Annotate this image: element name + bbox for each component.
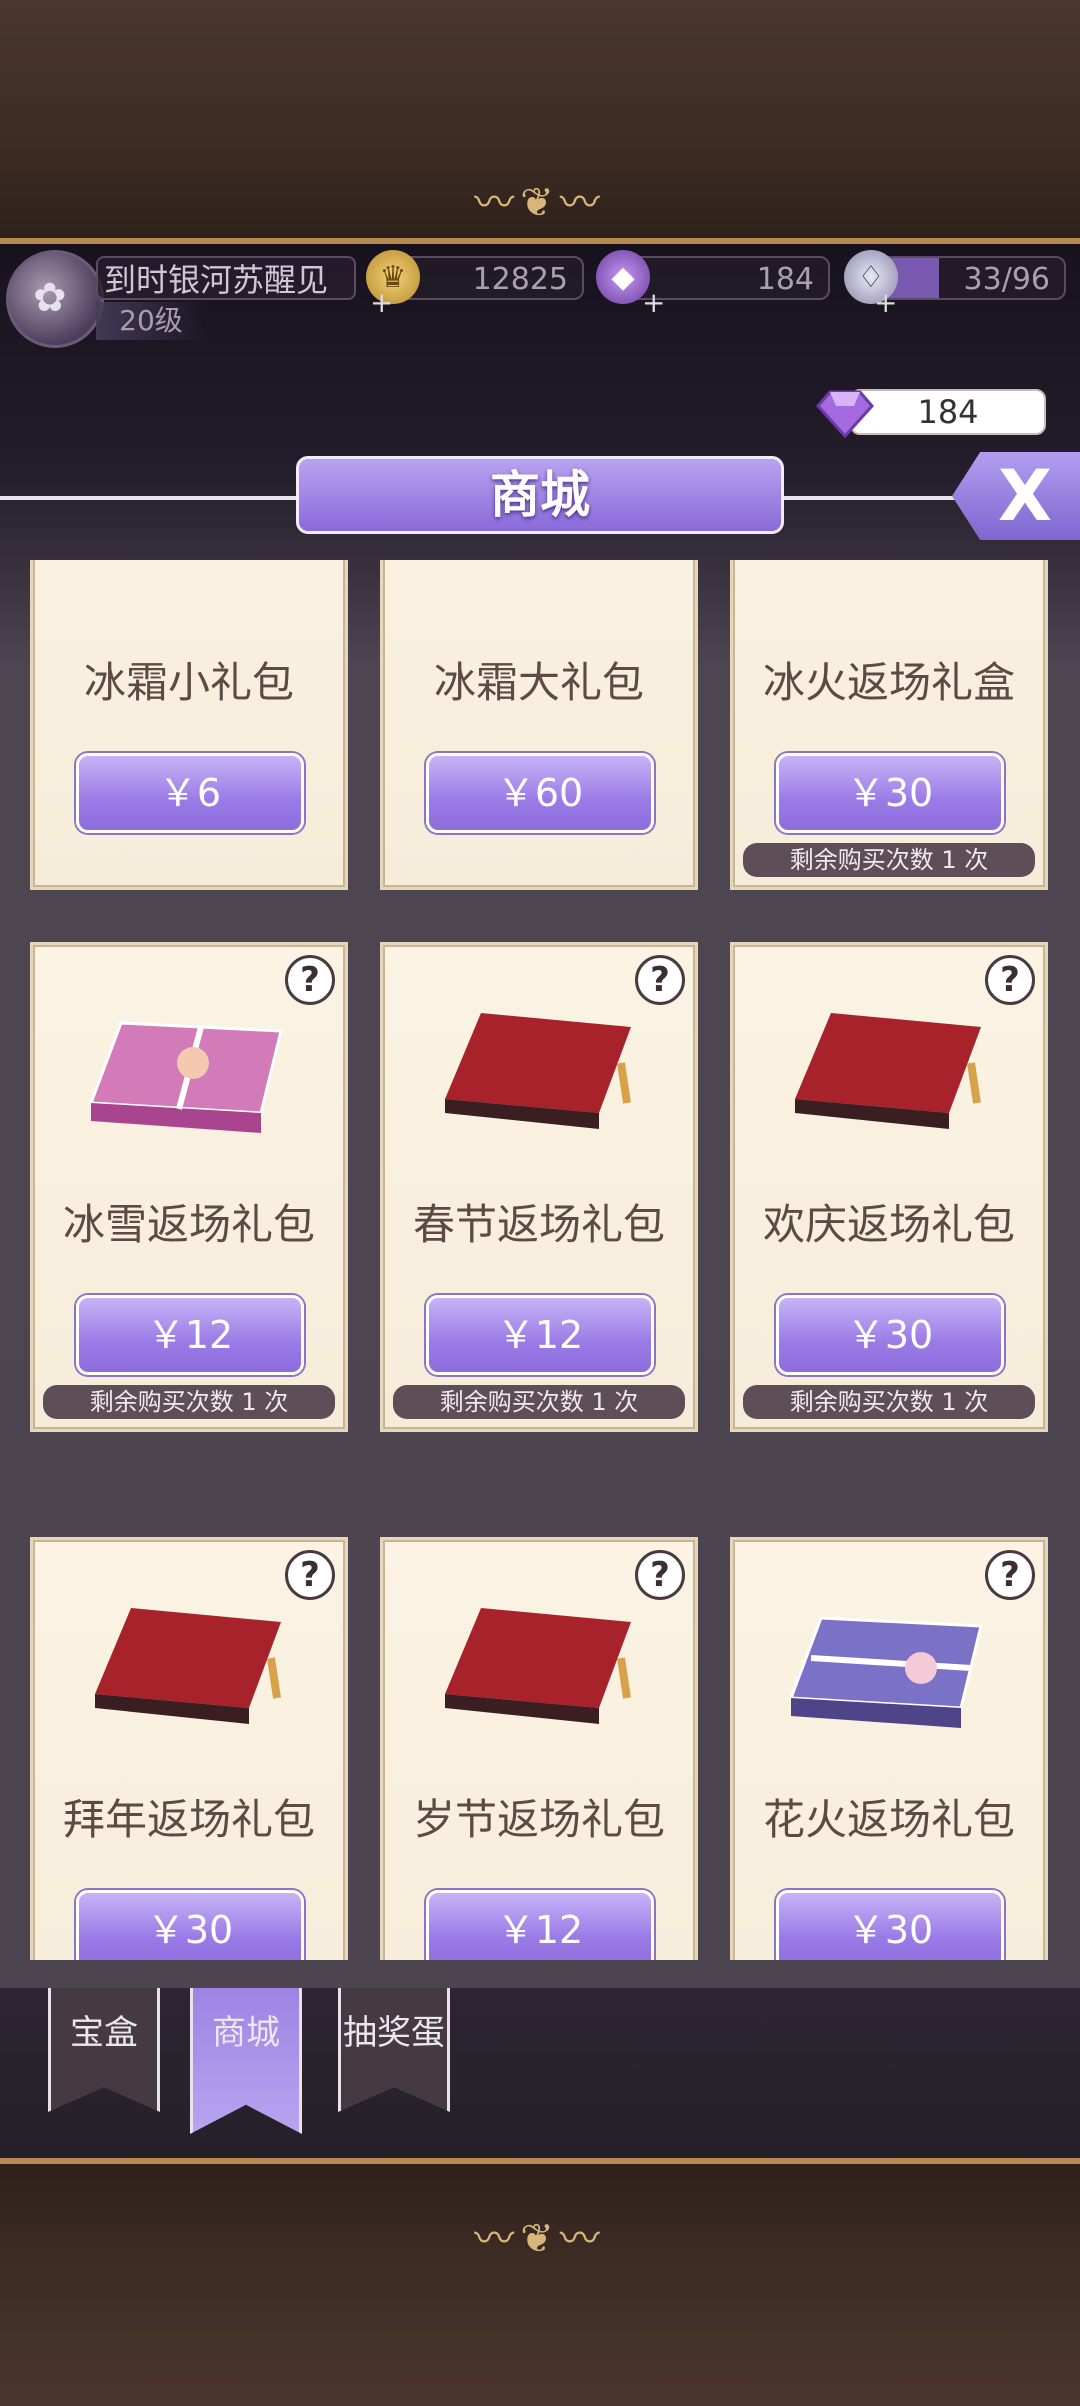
add-gems-icon[interactable]: + (642, 286, 665, 319)
shop-item-card[interactable]: ? 冰雪返场礼包 ￥12 剩余购买次数 1 次 (30, 942, 348, 1432)
buy-button[interactable]: ￥30 (776, 1295, 1004, 1375)
avatar-icon: ✿ (33, 275, 67, 321)
buy-button[interactable]: ￥12 (76, 1295, 304, 1375)
help-icon[interactable]: ? (635, 1550, 685, 1600)
item-name: 冰雪返场礼包 (62, 1200, 315, 1249)
remaining-purchases: 剩余购买次数 1 次 (393, 1385, 685, 1419)
shop-grid: 冰霜小礼包 ￥6 冰霜大礼包 ￥60 冰火返场礼盒 ￥30 剩余购买次数 1 次… (30, 560, 1050, 1960)
item-name: 冰火返场礼盒 (762, 658, 1015, 707)
shop-item-card[interactable]: ? 花火返场礼包 ￥30 (730, 1537, 1048, 1960)
item-name: 春节返场礼包 (412, 1200, 665, 1249)
bottom-frame: 〰❦〰 (0, 2158, 1080, 2406)
help-icon[interactable]: ? (985, 1550, 1035, 1600)
buy-button[interactable]: ￥12 (426, 1295, 654, 1375)
shop-item-card[interactable]: ? 拜年返场礼包 ￥30 (30, 1537, 348, 1960)
bottom-ornament: 〰❦〰 (474, 2216, 606, 2262)
shop-item-card: 冰霜小礼包 ￥6 (30, 560, 348, 890)
item-name: 拜年返场礼包 (62, 1795, 315, 1844)
remaining-purchases: 剩余购买次数 1 次 (743, 1385, 1035, 1419)
help-icon[interactable]: ? (285, 1550, 335, 1600)
shop-item-card: 冰霜大礼包 ￥60 (380, 560, 698, 890)
top-ornament: 〰❦〰 (474, 180, 606, 226)
energy-counter: 33/96 (870, 256, 1066, 300)
buy-button[interactable]: ￥30 (776, 753, 1004, 833)
buy-button[interactable]: ￥30 (76, 1890, 304, 1960)
red-gift-box-icon (445, 1013, 631, 1129)
red-gift-box-icon (95, 1608, 281, 1724)
red-gift-box-icon (795, 1013, 981, 1129)
buy-button[interactable]: ￥60 (426, 753, 654, 833)
item-name: 欢庆返场礼包 (762, 1200, 1015, 1249)
page-title: 商城 (296, 456, 784, 534)
help-icon[interactable]: ? (285, 955, 335, 1005)
pink-gift-box-icon (88, 1021, 283, 1133)
player-avatar[interactable]: ✿ (6, 250, 104, 348)
item-name: 花火返场礼包 (762, 1795, 1015, 1844)
add-energy-icon[interactable]: + (874, 286, 897, 319)
remaining-purchases: 剩余购买次数 1 次 (743, 843, 1035, 877)
item-name: 岁节返场礼包 (412, 1795, 665, 1844)
add-coins-icon[interactable]: + (370, 286, 393, 319)
tab-bar (0, 1988, 1080, 2158)
shop-item-card[interactable]: ? 欢庆返场礼包 ￥30 剩余购买次数 1 次 (730, 942, 1048, 1432)
item-name: 冰霜大礼包 (433, 658, 644, 707)
player-level: 20级 (96, 302, 206, 340)
purple-gift-box-icon (788, 1616, 983, 1728)
help-icon[interactable]: ? (985, 955, 1035, 1005)
top-frame: 〰❦〰 (0, 0, 1080, 244)
shop-item-card[interactable]: ? 春节返场礼包 ￥12 剩余购买次数 1 次 (380, 942, 698, 1432)
remaining-purchases: 剩余购买次数 1 次 (43, 1385, 335, 1419)
shop-item-card: 冰火返场礼盒 ￥30 剩余购买次数 1 次 (730, 560, 1048, 890)
red-gift-box-icon (445, 1608, 631, 1724)
player-name: 到时银河苏醒见 (96, 256, 356, 300)
gem-balance: 184 (850, 389, 1046, 435)
buy-button[interactable]: ￥12 (426, 1890, 654, 1960)
item-name: 冰霜小礼包 (83, 658, 294, 707)
shop-item-card[interactable]: ? 岁节返场礼包 ￥12 (380, 1537, 698, 1960)
buy-button[interactable]: ￥6 (76, 753, 304, 833)
buy-button[interactable]: ￥30 (776, 1890, 1004, 1960)
help-icon[interactable]: ? (635, 955, 685, 1005)
gem-balance-icon (816, 390, 874, 439)
